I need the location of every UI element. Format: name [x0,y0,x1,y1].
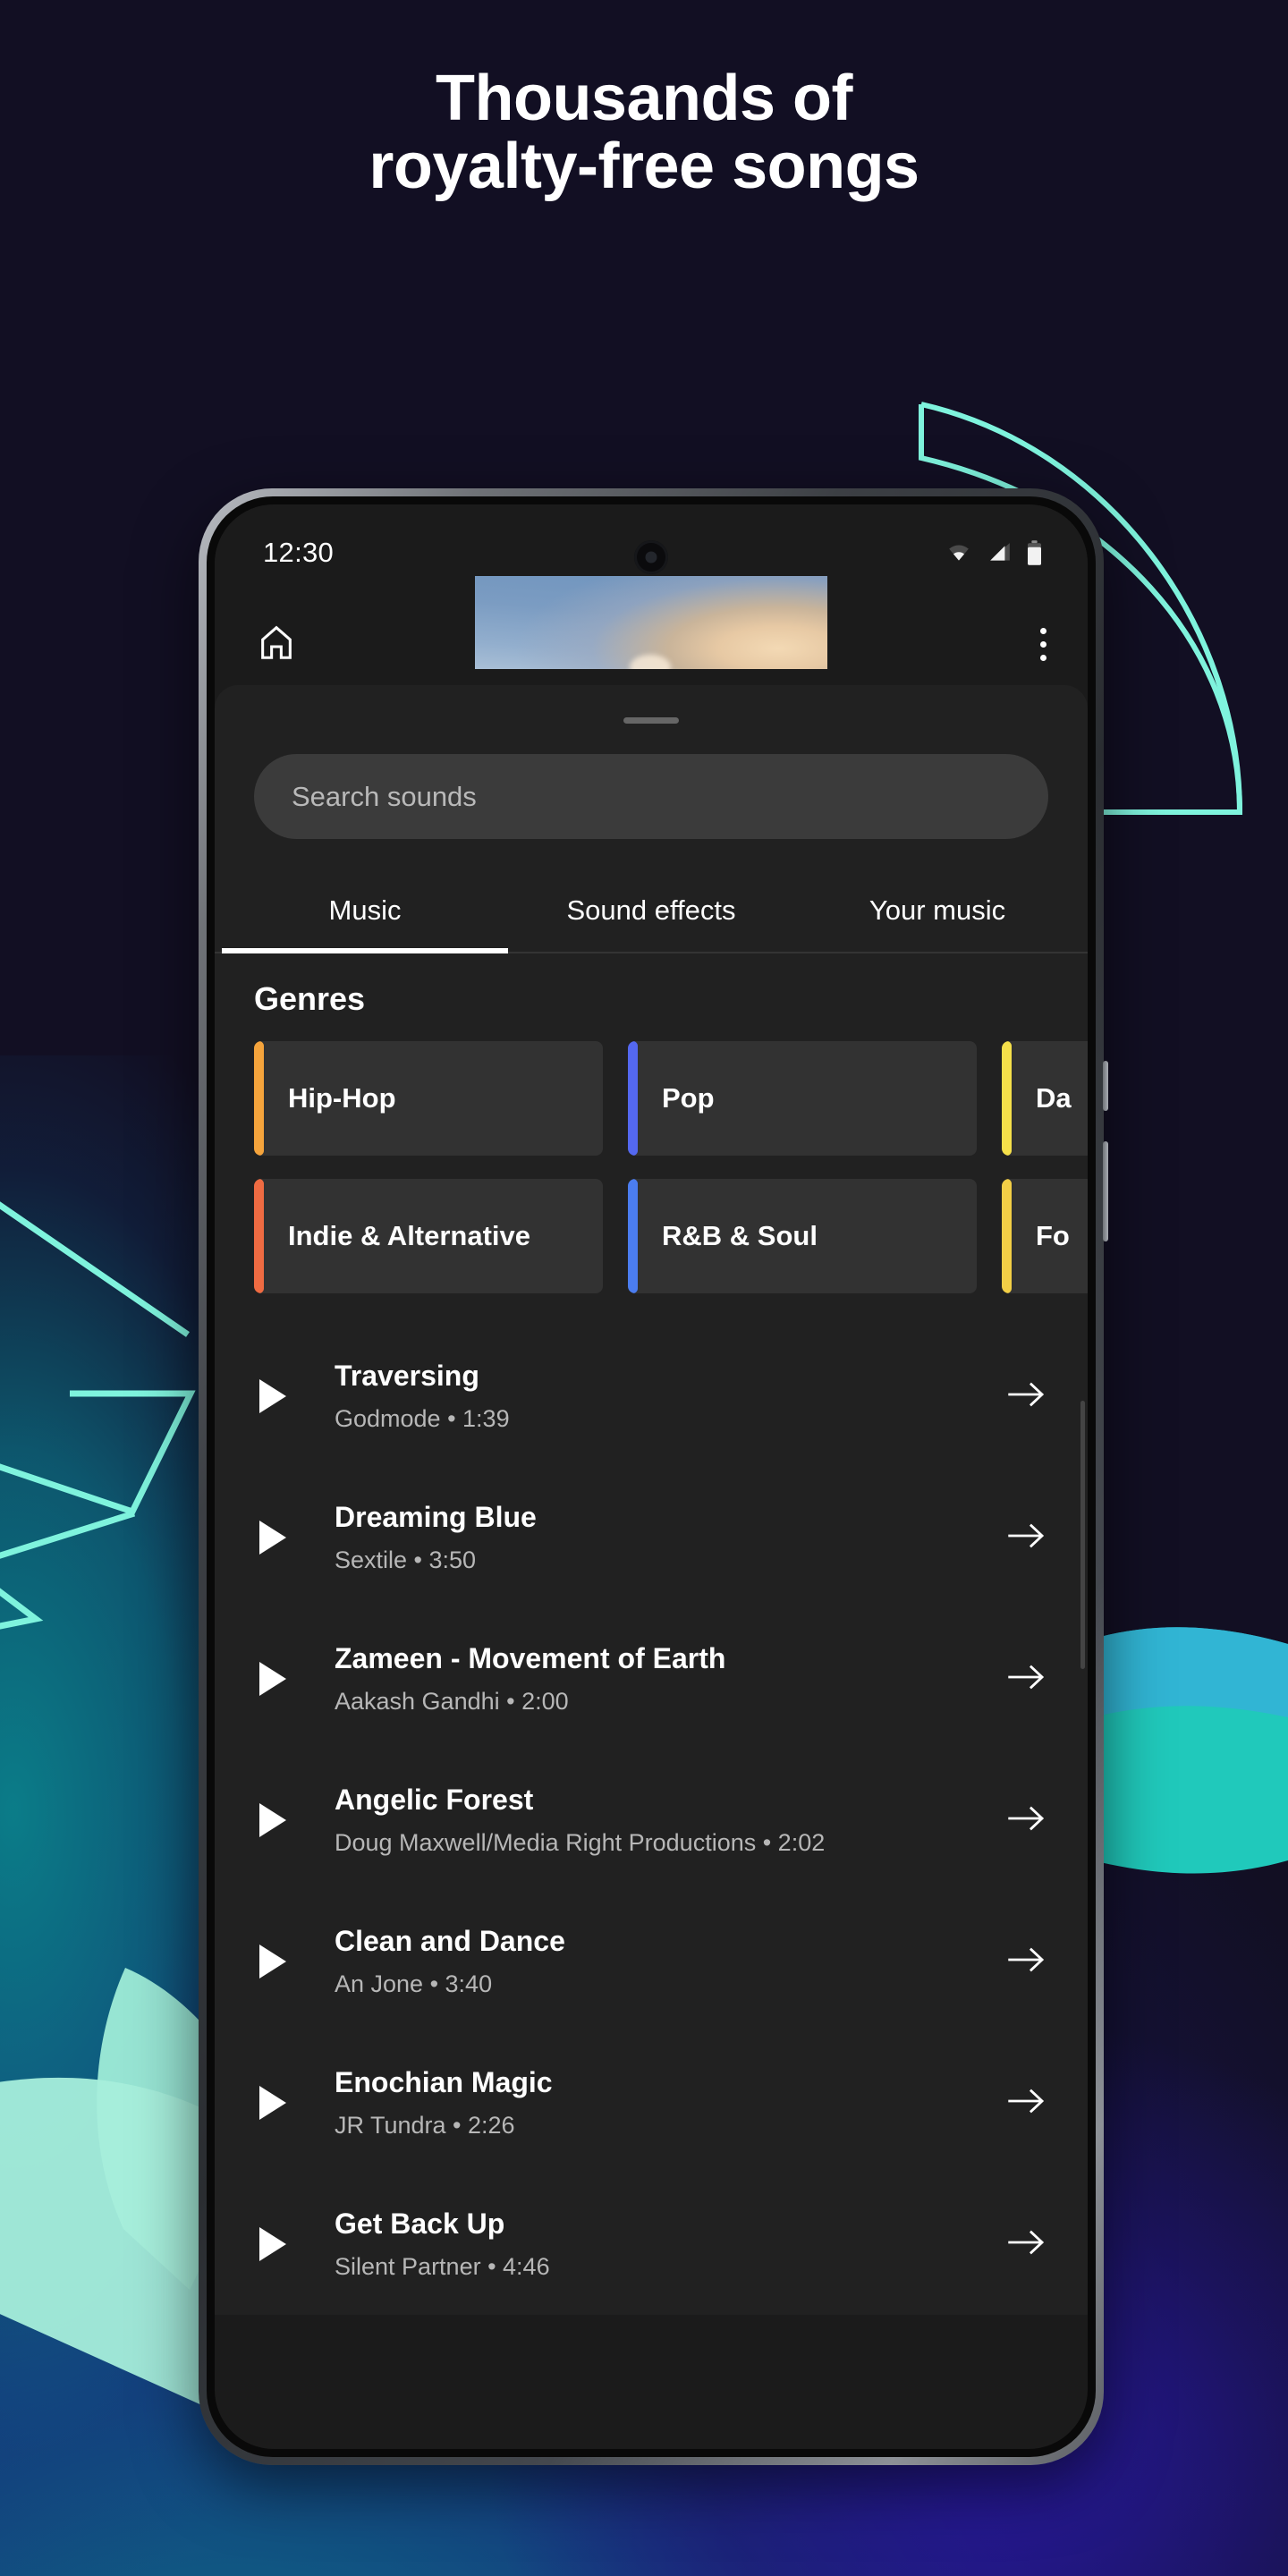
track-meta: Doug Maxwell/Media Right Productions • 2… [335,1829,826,1856]
track-title: Enochian Magic [335,2066,553,2098]
genre-chip-rnb-soul[interactable]: R&B & Soul [628,1179,977,1293]
track-info: Traversing Godmode • 1:39 [286,1360,1005,1433]
track-meta: Silent Partner • 4:46 [335,2253,550,2280]
scrollbar[interactable] [1080,1401,1085,1669]
track-info: Zameen - Movement of Earth Aakash Gandhi… [286,1642,1005,1716]
front-camera-punchhole [634,540,668,574]
video-thumbnail-preview [475,576,827,669]
tab-bar: Music Sound effects Your music [215,871,1088,953]
arrow-right-icon[interactable] [1005,1521,1046,1555]
search-input[interactable] [292,780,1011,813]
track-row[interactable]: Clean and Dance An Jone • 3:40 [215,1891,1088,2032]
track-title: Traversing [335,1360,479,1392]
track-title: Dreaming Blue [335,1501,537,1533]
track-info: Get Back Up Silent Partner • 4:46 [286,2207,1005,2281]
genre-row-1: Hip-Hop Pop Da [215,1041,1088,1156]
genre-chip-label: Pop [662,1082,715,1114]
track-list: Traversing Godmode • 1:39 Dreaming Blue … [215,1326,1088,2315]
tab-music[interactable]: Music [222,871,508,953]
track-meta: JR Tundra • 2:26 [335,2112,515,2139]
track-info: Enochian Magic JR Tundra • 2:26 [286,2066,1005,2140]
track-row[interactable]: Get Back Up Silent Partner • 4:46 [215,2174,1088,2315]
sheet-drag-handle[interactable] [623,717,679,724]
track-title: Get Back Up [335,2207,505,2240]
genre-chip-label: R&B & Soul [662,1220,818,1251]
phone-bezel: 12:30 Search sounds Music Sound effects … [207,496,1096,2457]
track-meta: Godmode • 1:39 [335,1405,510,1432]
more-vertical-icon[interactable] [1040,627,1046,661]
play-icon[interactable] [259,1662,286,1696]
track-row[interactable]: Angelic Forest Doug Maxwell/Media Right … [215,1750,1088,1891]
track-row[interactable]: Dreaming Blue Sextile • 3:50 [215,1467,1088,1608]
cellular-signal-icon [990,543,1010,561]
track-meta: An Jone • 3:40 [335,1970,493,1997]
track-title: Zameen - Movement of Earth [335,1642,726,1674]
play-icon[interactable] [259,2227,286,2261]
search-section [215,724,1088,839]
track-row[interactable]: Zameen - Movement of Earth Aakash Gandhi… [215,1608,1088,1750]
arrow-right-icon[interactable] [1005,1662,1046,1697]
phone-mockup: 12:30 Search sounds Music Sound effects … [199,488,1108,2465]
genre-row-2: Indie & Alternative R&B & Soul Fo [215,1179,1088,1293]
genre-chip-folk[interactable]: Fo [1002,1179,1088,1293]
genre-chip-label: Indie & Alternative [288,1220,531,1251]
app-bar [215,576,1088,687]
play-icon[interactable] [259,2086,286,2120]
play-icon[interactable] [259,1945,286,1979]
track-row[interactable]: Traversing Godmode • 1:39 [215,1326,1088,1467]
phone-screen: 12:30 Search sounds Music Sound effects … [215,504,1088,2449]
search-box[interactable] [254,754,1048,839]
track-title: Angelic Forest [335,1784,534,1816]
track-info: Clean and Dance An Jone • 3:40 [286,1925,1005,1998]
home-icon[interactable] [256,622,297,667]
status-icons [944,539,1043,566]
arrow-right-icon[interactable] [1005,2086,1046,2121]
genre-chip-label: Fo [1036,1220,1070,1251]
genre-chip-label: Da [1036,1082,1072,1114]
arrow-right-icon[interactable] [1005,1379,1046,1414]
genres-heading: Genres [254,980,366,1017]
play-icon[interactable] [259,1521,286,1555]
arrow-right-icon[interactable] [1005,2227,1046,2262]
track-info: Dreaming Blue Sextile • 3:50 [286,1501,1005,1574]
track-row[interactable]: Enochian Magic JR Tundra • 2:26 [215,2032,1088,2174]
status-clock: 12:30 [263,537,335,568]
genre-chip-dance[interactable]: Da [1002,1041,1088,1156]
arrow-right-icon[interactable] [1005,1945,1046,1979]
battery-icon [1028,540,1041,565]
track-meta: Sextile • 3:50 [335,1546,477,1573]
play-icon[interactable] [259,1803,286,1837]
track-info: Angelic Forest Doug Maxwell/Media Right … [286,1784,1005,1857]
play-icon[interactable] [259,1379,286,1413]
sound-picker-sheet: Music Sound effects Your music Genres Hi… [215,685,1088,2315]
genre-chip-hip-hop[interactable]: Hip-Hop [254,1041,603,1156]
arrow-right-icon[interactable] [1005,1803,1046,1838]
tab-sound-effects[interactable]: Sound effects [508,871,794,952]
track-title: Clean and Dance [335,1925,565,1957]
genre-chip-label: Hip-Hop [288,1082,396,1114]
wifi-icon [949,545,969,561]
track-meta: Aakash Gandhi • 2:00 [335,1688,569,1715]
genre-chip-pop[interactable]: Pop [628,1041,977,1156]
power-button[interactable] [1103,1061,1108,1111]
promo-screenshot: Thousands of royalty-free songs 12:30 Se… [0,0,1288,2576]
volume-button[interactable] [1103,1141,1108,1241]
page-title: Thousands of royalty-free songs [369,63,919,203]
tab-your-music[interactable]: Your music [794,871,1080,952]
genre-chip-indie-alternative[interactable]: Indie & Alternative [254,1179,603,1293]
